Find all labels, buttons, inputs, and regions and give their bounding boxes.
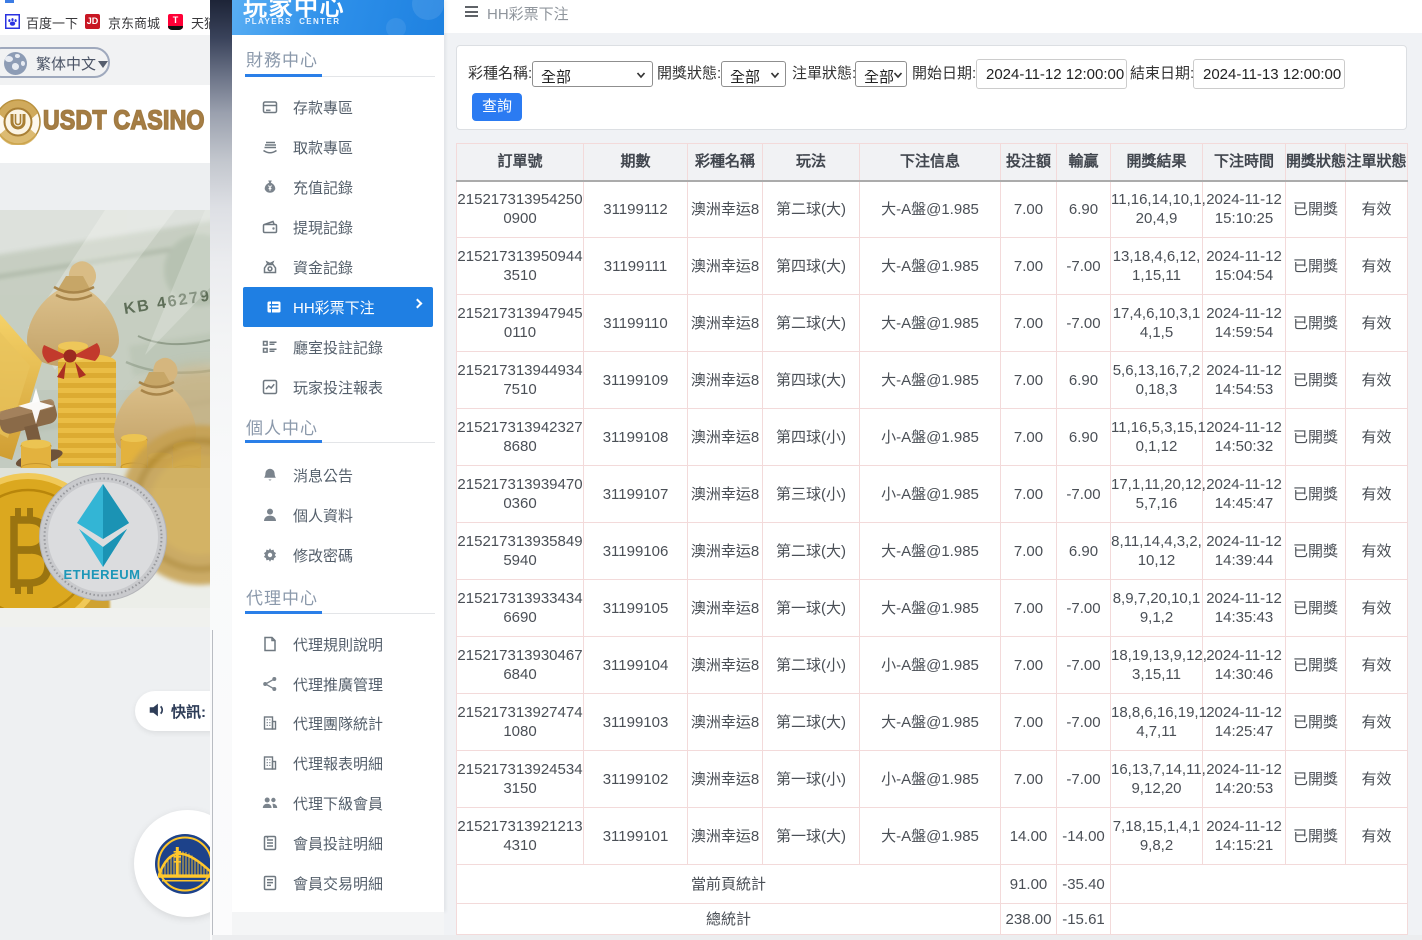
svg-text:ETHEREUM: ETHEREUM bbox=[64, 567, 141, 582]
